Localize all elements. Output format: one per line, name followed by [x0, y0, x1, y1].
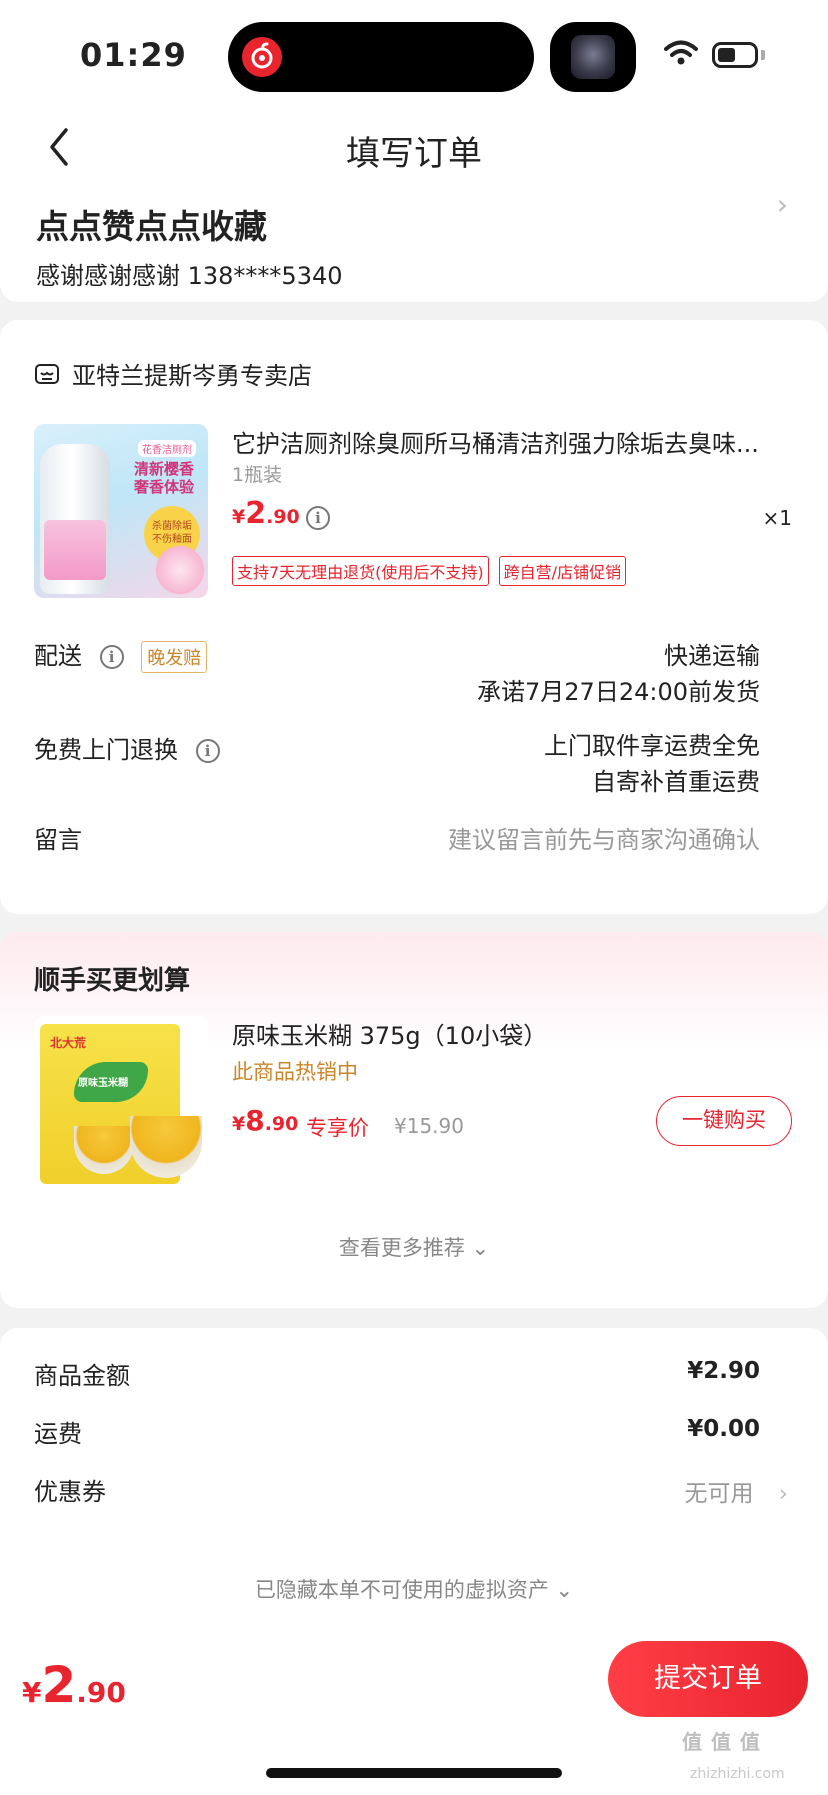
product-image[interactable]: 花香洁厕剂 清新樱香 奢香体验 杀菌除垢 不伤釉面	[34, 424, 208, 598]
recommend-price-currency: ¥	[232, 1113, 246, 1135]
order-total: ¥2.90	[22, 1656, 126, 1714]
recommend-image-brand: 北大荒	[50, 1036, 87, 1050]
total-currency: ¥	[22, 1676, 42, 1709]
bottle-label-illustration	[44, 520, 106, 580]
shop-name: 亚特兰提斯岑勇专卖店	[72, 362, 312, 390]
price-currency: ¥	[232, 506, 246, 528]
page-title: 填写订单	[346, 134, 482, 174]
recipient-name: 点点赞点点收藏	[36, 207, 267, 246]
returns-line-1: 上门取件享运费全免	[544, 732, 760, 760]
product-image-tag: 花香洁厕剂	[138, 440, 196, 457]
recommend-product-image[interactable]: 北大荒 原味玉米糊	[34, 1016, 208, 1190]
battery-icon	[712, 42, 758, 68]
watermark-logo: 值 值 值	[682, 1730, 761, 1754]
delivery-info-icon[interactable]: i	[99, 645, 124, 669]
recommend-price-decimal: .90	[264, 1113, 299, 1135]
status-time: 01:29	[80, 36, 187, 74]
product-tags: 支持7天无理由退货(使用后不支持) 跨自营/店铺促销	[232, 556, 636, 586]
coupon-value: 无可用	[684, 1481, 754, 1507]
message-input[interactable]: 建议留言前先与商家沟通确认	[448, 820, 760, 855]
price-info-icon[interactable]: i	[306, 506, 330, 530]
recommend-image-leaf-text: 原味玉米糊	[78, 1078, 128, 1089]
promotion-tag: 跨自营/店铺促销	[498, 556, 627, 586]
delivery-method: 快递运输	[664, 642, 760, 670]
recommend-card: 顺手买更划算 北大荒 原味玉米糊 原味玉米糊 375g（10小袋） 此商品热销中…	[0, 932, 828, 1308]
product-image-headline: 清新樱香 奢香体验	[133, 460, 194, 496]
battery-tip	[761, 50, 765, 60]
delivery-label: 配送	[34, 642, 82, 670]
bottom-bar: ¥2.90 提交订单 值 值 值 zhizhizhi.com	[0, 1630, 828, 1795]
shop-card: 亚特兰提斯岑勇专卖店 花香洁厕剂 清新樱香 奢香体验 杀菌除垢 不伤釉面 它护洁…	[0, 320, 828, 914]
recommend-price: ¥8.90	[232, 1104, 298, 1137]
recipient-detail: 感谢感谢感谢 138****5340	[36, 262, 343, 290]
shop-header[interactable]: 亚特兰提斯岑勇专卖店	[34, 356, 312, 391]
recommend-product-name[interactable]: 原味玉米糊 375g（10小袋）	[232, 1016, 547, 1051]
returns-label: 免费上门退换	[34, 736, 178, 764]
chevron-right-icon: ›	[776, 188, 788, 221]
address-card[interactable]: 点点赞点点收藏 感谢感谢感谢 138****5340 ›	[0, 180, 828, 302]
original-price: ¥15.90	[394, 1114, 464, 1138]
status-bar: 01:29	[0, 0, 828, 100]
special-price-label: 专享价	[306, 1116, 369, 1140]
returns-line-2: 自寄补首重运费	[592, 768, 760, 796]
wifi-icon	[664, 40, 698, 65]
delivery-label-group: 配送 i 晚发赔	[34, 636, 208, 673]
home-indicator[interactable]	[266, 1768, 562, 1778]
total-decimal: .90	[76, 1676, 126, 1709]
message-label: 留言	[34, 826, 82, 854]
order-page: 01:29 填写订单 点点赞点点收藏 感谢感谢感谢 138****5340 › …	[0, 0, 828, 1795]
watermark-url: zhizhizhi.com	[690, 1766, 785, 1782]
product-quantity: ×1	[762, 506, 792, 530]
late-compensation-badge: 晚发赔	[141, 641, 208, 673]
delivery-promise: 承诺7月27日24:00前发货	[477, 678, 760, 706]
total-integer: 2	[41, 1656, 77, 1714]
live-activity	[550, 22, 636, 92]
goods-amount-label: 商品金额	[34, 1362, 130, 1390]
music-app-icon	[242, 37, 282, 77]
product-title[interactable]: 它护洁厕剂除臭厕所马桶清洁剂强力除垢去臭味...	[232, 424, 792, 459]
goods-amount-value: ¥2.90	[687, 1358, 760, 1384]
store-icon	[35, 363, 59, 384]
price-decimal: .90	[266, 506, 300, 528]
product-spec: 1瓶装	[232, 464, 283, 486]
one-click-buy-button[interactable]: 一键购买	[656, 1096, 792, 1146]
summary-card: 商品金额 ¥2.90 运费 ¥0.00 优惠券 无可用 › 已隐藏本单不可使用的…	[0, 1328, 828, 1664]
shipping-label: 运费	[34, 1420, 82, 1448]
recommend-title: 顺手买更划算	[34, 966, 191, 996]
hidden-assets-toggle[interactable]: 已隐藏本单不可使用的虚拟资产 ⌄	[0, 1574, 828, 1604]
returns-label-group: 免费上门退换 i	[34, 730, 220, 765]
return-policy-tag: 支持7天无理由退货(使用后不支持)	[232, 556, 489, 586]
shipping-value: ¥0.00	[687, 1416, 760, 1442]
dynamic-island	[228, 22, 534, 92]
recommend-hot-label: 此商品热销中	[232, 1060, 358, 1084]
flower-illustration	[152, 542, 208, 598]
coupon-row[interactable]: 无可用 ›	[684, 1474, 788, 1508]
submit-order-button[interactable]: 提交订单	[608, 1641, 808, 1717]
coupon-label: 优惠券	[34, 1478, 106, 1506]
chevron-right-icon: ›	[778, 1481, 788, 1507]
more-recommendations-link[interactable]: 查看更多推荐 ⌄	[0, 1232, 828, 1262]
returns-info-icon[interactable]: i	[195, 739, 220, 763]
album-thumbnail-icon	[571, 35, 615, 79]
price-integer: 2	[245, 496, 267, 531]
recommend-price-integer: 8	[245, 1104, 265, 1137]
product-price: ¥2.90	[232, 496, 300, 531]
